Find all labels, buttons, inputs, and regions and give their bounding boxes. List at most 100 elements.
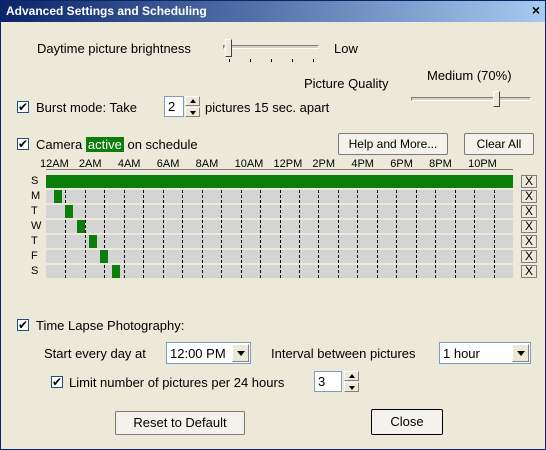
- chevron-down-icon[interactable]: [512, 344, 529, 362]
- schedule-row[interactable]: [46, 175, 513, 188]
- schedule-row[interactable]: [46, 220, 513, 233]
- limit-count-spinner[interactable]: [344, 371, 359, 392]
- hour-gridline: [376, 265, 378, 278]
- chevron-down-icon[interactable]: [232, 344, 249, 362]
- schedule-row[interactable]: [46, 190, 513, 203]
- hour-gridline: [65, 250, 67, 263]
- hour-gridline: [474, 265, 476, 278]
- hour-gridline: [182, 235, 184, 248]
- spinner-up-icon[interactable]: [344, 371, 359, 381]
- day-label: S: [31, 175, 39, 187]
- start-time-select[interactable]: 12:00 PM: [166, 342, 251, 364]
- hour-gridline: [357, 250, 359, 263]
- active-segment[interactable]: [53, 190, 62, 203]
- title-bar[interactable]: Advanced Settings and Scheduling ×: [1, 1, 545, 22]
- schedule-row[interactable]: [46, 250, 513, 263]
- burst-count-input[interactable]: 2: [164, 96, 184, 117]
- day-label: F: [31, 250, 38, 262]
- hour-gridline: [143, 265, 145, 278]
- clear-day-button[interactable]: X: [521, 220, 537, 233]
- hour-gridline: [318, 220, 320, 233]
- schedule-row[interactable]: [46, 265, 513, 278]
- hour-gridline: [376, 220, 378, 233]
- schedule-label-post: on schedule: [127, 137, 198, 152]
- hour-gridline: [201, 220, 203, 233]
- hour-gridline: [123, 220, 125, 233]
- hour-gridline: [357, 220, 359, 233]
- active-segment[interactable]: [100, 250, 109, 263]
- hour-gridline: [104, 265, 106, 278]
- close-icon[interactable]: ×: [529, 3, 543, 18]
- burst-mode-suffix: pictures 15 sec. apart: [205, 100, 330, 115]
- hour-gridline: [357, 205, 359, 218]
- hour-gridline: [221, 190, 223, 203]
- quality-slider[interactable]: [411, 91, 535, 109]
- day-label: W: [31, 220, 42, 232]
- spinner-down-icon[interactable]: [185, 107, 200, 117]
- hour-gridline: [415, 205, 417, 218]
- schedule-row[interactable]: [46, 235, 513, 248]
- active-segment[interactable]: [77, 220, 85, 233]
- window-title: Advanced Settings and Scheduling: [6, 4, 207, 18]
- hour-gridline: [318, 205, 320, 218]
- hour-gridline: [318, 250, 320, 263]
- hour-gridline: [493, 220, 495, 233]
- hour-gridline: [474, 190, 476, 203]
- hour-gridline: [65, 235, 67, 248]
- hour-gridline: [279, 250, 281, 263]
- hour-gridline: [182, 265, 184, 278]
- hour-gridline: [415, 235, 417, 248]
- interval-select[interactable]: 1 hour: [439, 342, 531, 364]
- burst-count-spinner[interactable]: [185, 96, 200, 117]
- active-segment[interactable]: [46, 175, 513, 188]
- clear-all-button[interactable]: Clear All: [464, 133, 534, 155]
- hour-gridline: [143, 205, 145, 218]
- limit-checkbox[interactable]: [51, 374, 63, 390]
- limit-count-input[interactable]: 3: [314, 371, 342, 392]
- hour-gridline: [221, 250, 223, 263]
- burst-mode-checkbox[interactable]: [17, 99, 29, 115]
- day-label: S: [31, 265, 39, 277]
- quality-slider-track: [411, 97, 531, 101]
- hour-gridline: [474, 235, 476, 248]
- close-button[interactable]: Close: [371, 409, 443, 435]
- hour-gridline: [474, 205, 476, 218]
- hour-gridline: [201, 205, 203, 218]
- clear-day-button[interactable]: X: [521, 265, 537, 278]
- clear-day-button[interactable]: X: [521, 250, 537, 263]
- hour-gridline: [104, 205, 106, 218]
- brightness-slider-thumb[interactable]: [225, 39, 232, 57]
- start-time-label: Start every day at: [44, 346, 146, 361]
- active-segment[interactable]: [88, 235, 97, 248]
- day-label: M: [31, 190, 41, 202]
- hour-gridline: [415, 265, 417, 278]
- spinner-up-icon[interactable]: [185, 96, 200, 106]
- hour-gridline: [162, 235, 164, 248]
- hour-gridline: [182, 190, 184, 203]
- brightness-slider[interactable]: [223, 39, 323, 62]
- active-segment[interactable]: [112, 265, 120, 278]
- clear-day-button[interactable]: X: [521, 175, 537, 188]
- hour-gridline: [435, 220, 437, 233]
- hour-gridline: [123, 205, 125, 218]
- hour-gridline: [240, 265, 242, 278]
- hour-gridline: [84, 190, 86, 203]
- hour-gridline: [337, 205, 339, 218]
- spinner-down-icon[interactable]: [344, 382, 359, 392]
- clear-day-button[interactable]: X: [521, 190, 537, 203]
- reset-default-button[interactable]: Reset to Default: [115, 411, 245, 435]
- clear-day-button[interactable]: X: [521, 235, 537, 248]
- hour-gridline: [298, 190, 300, 203]
- quality-slider-thumb[interactable]: [493, 91, 500, 107]
- clear-day-button[interactable]: X: [521, 205, 537, 218]
- hour-gridline: [84, 250, 86, 263]
- help-button[interactable]: Help and More...: [338, 133, 448, 155]
- timelapse-checkbox[interactable]: [17, 317, 29, 333]
- hour-gridline: [337, 220, 339, 233]
- hour-gridline: [396, 250, 398, 263]
- hour-gridline: [357, 265, 359, 278]
- active-segment[interactable]: [65, 205, 74, 218]
- schedule-row[interactable]: [46, 205, 513, 218]
- hour-gridline: [337, 250, 339, 263]
- schedule-checkbox[interactable]: [17, 136, 29, 152]
